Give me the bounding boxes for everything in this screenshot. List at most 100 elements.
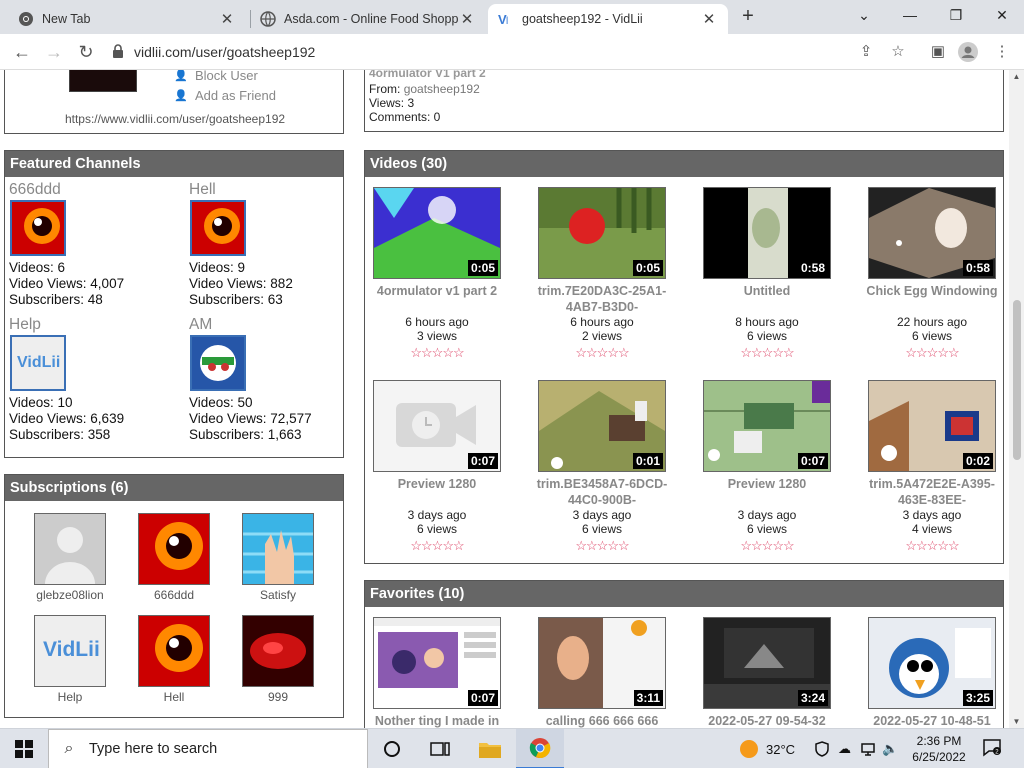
notification-icon[interactable]: 2 <box>980 737 1004 761</box>
video-thumbnail[interactable]: 0:05 <box>538 187 666 279</box>
video-title-link[interactable]: 4ormulator v1 part 2 <box>367 283 507 315</box>
channel-thumbnail[interactable] <box>10 200 66 256</box>
subscription-avatar[interactable]: VidLii <box>34 615 106 687</box>
close-icon[interactable]: ✕ <box>218 10 236 28</box>
video-thumbnail[interactable]: 3:24 <box>703 617 831 709</box>
video-title-link[interactable]: Chick Egg Windowing <box>862 283 1002 315</box>
tab-asda[interactable]: Asda.com - Online Food Shoppin ✕ <box>250 4 486 34</box>
close-icon[interactable]: ✕ <box>700 10 718 28</box>
subscription-name[interactable]: Help <box>20 690 120 704</box>
forward-arrow-icon[interactable]: → <box>42 40 66 64</box>
menu-kebab-icon[interactable]: ⋮ <box>992 42 1012 62</box>
cortana-icon[interactable] <box>368 729 416 768</box>
subscription-item[interactable]: glebze08lion <box>20 513 120 602</box>
subscription-name[interactable]: 666ddd <box>124 588 224 602</box>
subscription-avatar[interactable] <box>242 513 314 585</box>
share-icon[interactable]: ⇪ <box>856 42 876 62</box>
task-view-icon[interactable] <box>416 729 464 768</box>
from-user-link[interactable]: goatsheep192 <box>404 82 480 96</box>
scroll-down-arrow-icon[interactable]: ▼ <box>1011 717 1022 726</box>
windows-start-icon[interactable] <box>0 729 48 768</box>
video-title-link[interactable]: trim.5A472E2E-A395-463E-83EE- <box>862 476 1002 508</box>
video-item[interactable]: 0:07 Preview 1280 3 days ago 6 views ☆☆☆… <box>367 380 507 554</box>
video-item[interactable]: 0:02 trim.5A472E2E-A395-463E-83EE- 3 day… <box>862 380 1002 554</box>
system-clock[interactable]: 2:36 PM 6/25/2022 <box>906 733 972 765</box>
video-thumbnail[interactable]: 0:01 <box>538 380 666 472</box>
video-thumbnail[interactable]: 0:58 <box>868 187 996 279</box>
subscription-name[interactable]: Satisfy <box>228 588 328 602</box>
favorite-item[interactable]: 3:25 2022-05-27 10-48-51 <box>862 617 1002 728</box>
security-shield-icon[interactable] <box>814 729 830 768</box>
video-thumbnail[interactable]: 0:02 <box>868 380 996 472</box>
minimize-icon[interactable]: — <box>896 4 924 28</box>
channel-name-link[interactable]: Help <box>9 316 179 334</box>
subscription-name[interactable]: glebze08lion <box>20 588 120 602</box>
tab-search-icon[interactable]: ⌄ <box>850 4 878 28</box>
subscription-avatar[interactable] <box>34 513 106 585</box>
restore-icon[interactable]: ❐ <box>942 4 970 28</box>
close-icon[interactable]: ✕ <box>458 10 476 28</box>
video-title-link[interactable]: 2022-05-27 10-48-51 <box>862 713 1002 728</box>
video-item[interactable]: 0:05 trim.7E20DA3C-25A1-4AB7-B3D0- 6 hou… <box>532 187 672 361</box>
profile-avatar-icon[interactable] <box>958 42 978 62</box>
video-title-link[interactable]: Preview 1280 <box>367 476 507 508</box>
video-title-link[interactable]: trim.7E20DA3C-25A1-4AB7-B3D0- <box>532 283 672 315</box>
video-title-link[interactable]: trim.BE3458A7-6DCD-44C0-900B- <box>532 476 672 508</box>
favorite-item[interactable]: 3:24 2022-05-27 09-54-32 <box>697 617 837 728</box>
video-thumbnail[interactable]: 3:25 <box>868 617 996 709</box>
video-title-link[interactable]: calling 666 666 666 <box>532 713 672 728</box>
video-thumbnail[interactable]: 0:07 <box>373 380 501 472</box>
network-icon[interactable] <box>860 729 876 768</box>
bookmark-star-icon[interactable]: ☆ <box>888 42 908 62</box>
user-avatar[interactable] <box>69 70 137 92</box>
subscription-avatar[interactable] <box>138 615 210 687</box>
side-panel-icon[interactable]: ▣ <box>928 42 948 62</box>
channel-name-link[interactable]: Hell <box>189 181 359 199</box>
cloud-icon[interactable]: ☁ <box>838 729 851 768</box>
subscription-item[interactable]: 666ddd <box>124 513 224 602</box>
chrome-taskbar-icon[interactable] <box>516 729 564 768</box>
subscription-item[interactable]: Satisfy <box>228 513 328 602</box>
reload-icon[interactable]: ↻ <box>74 40 98 64</box>
tab-vidlii[interactable]: Vl goatsheep192 - VidLii ✕ <box>488 4 728 34</box>
weather-widget[interactable]: 32°C <box>740 729 795 768</box>
subscription-item[interactable]: 999 <box>228 615 328 704</box>
channel-name-link[interactable]: AM <box>189 316 359 334</box>
video-title-link[interactable]: Preview 1280 <box>697 476 837 508</box>
video-item[interactable]: 0:05 4ormulator v1 part 2 6 hours ago 3 … <box>367 187 507 361</box>
favorite-item[interactable]: 3:11 calling 666 666 666 <box>532 617 672 728</box>
video-thumbnail[interactable]: 0:07 <box>373 617 501 709</box>
lock-icon[interactable] <box>112 43 130 61</box>
channel-thumbnail[interactable] <box>190 335 246 391</box>
video-title-link[interactable]: 2022-05-27 09-54-32 <box>697 713 837 728</box>
video-item[interactable]: 0:58 Untitled 8 hours ago 6 views ☆☆☆☆☆ <box>697 187 837 361</box>
new-tab-button[interactable]: + <box>737 6 759 28</box>
channel-thumbnail[interactable]: VidLii <box>10 335 66 391</box>
tab-new-tab[interactable]: New Tab ✕ <box>8 4 246 34</box>
video-thumbnail[interactable]: 0:58 <box>703 187 831 279</box>
back-arrow-icon[interactable]: ← <box>10 40 34 64</box>
favorite-item[interactable]: 0:07 Nother ting I made in <box>367 617 507 728</box>
subscription-avatar[interactable] <box>138 513 210 585</box>
subscription-name[interactable]: 999 <box>228 690 328 704</box>
subscription-avatar[interactable] <box>242 615 314 687</box>
block-user-link[interactable]: 👤 Block User <box>173 70 258 83</box>
page-scrollbar[interactable]: ▲ ▼ <box>1009 70 1024 728</box>
scroll-up-arrow-icon[interactable]: ▲ <box>1011 72 1022 81</box>
video-thumbnail[interactable]: 0:07 <box>703 380 831 472</box>
video-thumbnail[interactable]: 3:11 <box>538 617 666 709</box>
subscription-name[interactable]: Hell <box>124 690 224 704</box>
video-title-link[interactable]: Untitled <box>697 283 837 315</box>
video-title-link[interactable]: Nother ting I made in <box>367 713 507 728</box>
channel-thumbnail[interactable] <box>190 200 246 256</box>
add-friend-link[interactable]: 👤 Add as Friend <box>173 88 276 103</box>
address-bar[interactable]: vidlii.com/user/goatsheep192 <box>108 38 848 66</box>
current-video-title[interactable]: 4ormulator V1 part 2 <box>369 70 486 80</box>
window-close-icon[interactable]: ✕ <box>988 4 1016 28</box>
taskbar-search-box[interactable]: ⌕ Type here to search <box>48 729 368 768</box>
subscription-item[interactable]: VidLii Help <box>20 615 120 704</box>
channel-name-link[interactable]: 666ddd <box>9 181 179 199</box>
video-item[interactable]: 0:58 Chick Egg Windowing 22 hours ago 6 … <box>862 187 1002 361</box>
subscription-item[interactable]: Hell <box>124 615 224 704</box>
video-item[interactable]: 0:07 Preview 1280 3 days ago 6 views ☆☆☆… <box>697 380 837 554</box>
